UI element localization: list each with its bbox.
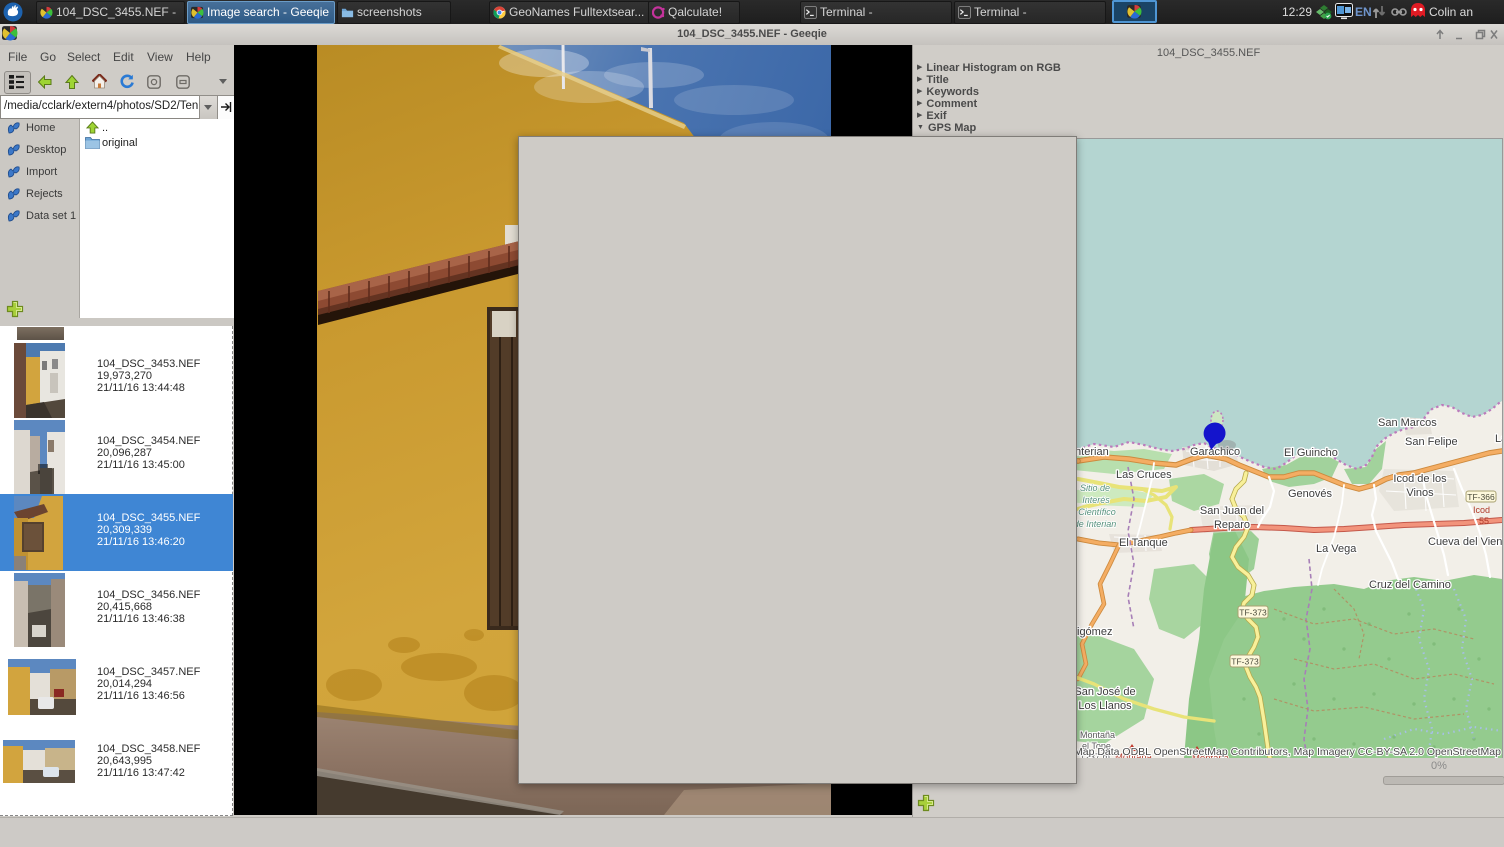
svg-text:Cruz del Camino: Cruz del Camino	[1369, 579, 1451, 591]
svg-text:igómez: igómez	[1077, 626, 1112, 638]
svg-text:Reparo: Reparo	[1214, 519, 1250, 531]
svg-text:El Guincho: El Guincho	[1284, 447, 1338, 459]
svg-text:Cueva del Viento: Cueva del Viento	[1428, 536, 1502, 548]
svg-text:55: 55	[1479, 516, 1489, 526]
svg-text:San Felipe: San Felipe	[1405, 436, 1458, 448]
svg-text:Las Cruces: Las Cruces	[1116, 469, 1172, 481]
svg-text:La: La	[1495, 433, 1502, 445]
svg-text:San Marcos: San Marcos	[1378, 417, 1437, 429]
svg-text:Icod de los: Icod de los	[1393, 473, 1447, 485]
svg-text:Interés: Interés	[1082, 495, 1110, 505]
svg-text:de Interian: de Interian	[1074, 519, 1117, 529]
svg-text:Vinos: Vinos	[1406, 487, 1434, 499]
svg-text:Genovés: Genovés	[1288, 488, 1333, 500]
svg-text:San José de: San José de	[1074, 686, 1135, 698]
svg-text:Sitio de: Sitio de	[1080, 483, 1110, 493]
svg-text:Los Llanos: Los Llanos	[1078, 700, 1132, 712]
svg-text:El Tanque: El Tanque	[1119, 537, 1168, 549]
svg-text:Montaña: Montaña	[1080, 730, 1115, 740]
svg-text:TF-373: TF-373	[1239, 608, 1267, 618]
svg-text:TF-366: TF-366	[1467, 492, 1495, 502]
svg-text:La Vega: La Vega	[1316, 543, 1357, 555]
svg-text:TF-373: TF-373	[1231, 657, 1259, 667]
svg-text:San Juan del: San Juan del	[1200, 505, 1264, 517]
svg-text:Map Data ODBL OpenStreetMap Co: Map Data ODBL OpenStreetMap Contributors…	[1074, 746, 1501, 758]
svg-text:Icod: Icod	[1473, 505, 1490, 515]
svg-text:Científico: Científico	[1078, 507, 1116, 517]
svg-text:Interian: Interian	[1072, 446, 1109, 458]
